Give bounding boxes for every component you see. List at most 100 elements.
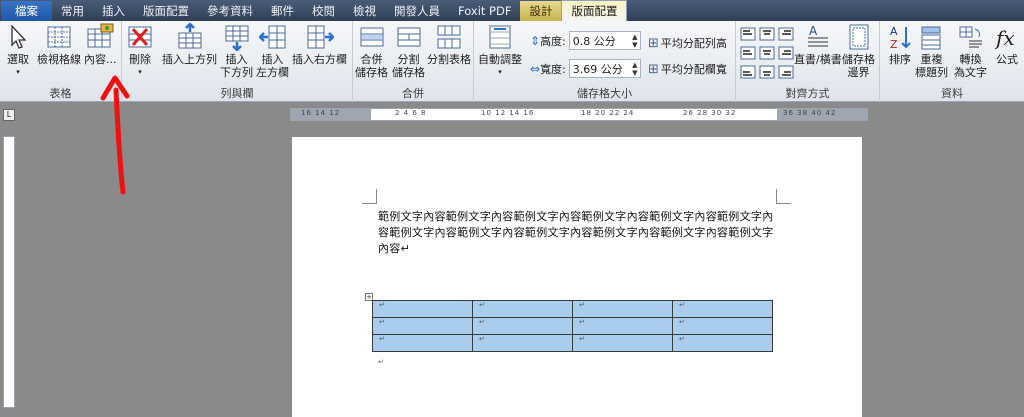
dropdown-arrow-icon: ▾ xyxy=(498,68,502,76)
tab-home[interactable]: 常用 xyxy=(52,1,93,21)
autofit-label: 自動調整 xyxy=(478,53,522,66)
insert-column-left-icon xyxy=(258,25,285,49)
height-value: 0.8 公分 xyxy=(572,34,616,48)
split-table-button[interactable]: 分割表格 xyxy=(427,23,471,66)
tab-page-layout[interactable]: 版面配置 xyxy=(134,1,198,21)
view-gridlines-button[interactable]: 檢視格線 xyxy=(37,23,81,66)
table-row: ↵ ↵ ↵ ↵ xyxy=(372,334,773,352)
insert-right-button[interactable]: 插入右方欄 xyxy=(292,23,347,66)
group-data: AZ 排序 重複 標題列 轉換 為文字 fx 公式 資料 xyxy=(880,21,1024,102)
tab-insert[interactable]: 插入 xyxy=(93,1,134,21)
convert-to-text-icon xyxy=(959,26,982,48)
table-cell[interactable]: ↵ xyxy=(672,300,773,318)
delete-button[interactable]: 刪除 ▾ xyxy=(126,23,154,79)
tab-selector[interactable]: L xyxy=(3,109,15,121)
repeat-header-rows-button[interactable]: 重複 標題列 xyxy=(915,23,948,79)
table-cell[interactable]: ↵ xyxy=(372,334,473,352)
insert-below-button[interactable]: 插入 下方列 xyxy=(220,23,253,79)
table-cell[interactable]: ↵ xyxy=(372,317,473,335)
cell-margins-label: 儲存格 邊界 xyxy=(842,53,875,79)
ribbon: 選取 ▾ 檢視格線 內容... 表格 刪除 ▾ 插入上方列 插入 下方列 插入 … xyxy=(0,21,1024,102)
height-input[interactable]: 0.8 公分 ▲ ▼ xyxy=(568,31,641,50)
spin-arrows-icon[interactable]: ▲ ▼ xyxy=(630,61,640,77)
group-data-label: 資料 xyxy=(941,87,963,100)
group-merge-label: 合併 xyxy=(402,87,424,100)
paragraph-text[interactable]: 範例文字內容範例文字內容範例文字內容範例文字內容範例文字內容範例文字內容範例文字… xyxy=(378,209,778,257)
ruler-numbers-right-4: 36 38 40 42 xyxy=(783,109,837,117)
dropdown-arrow-icon: ▾ xyxy=(138,68,142,76)
split-table-icon xyxy=(437,25,461,49)
table-cell[interactable]: ↵ xyxy=(472,300,573,318)
ruler-numbers-right-3: 26 28 30 32 xyxy=(683,109,737,117)
table-cell[interactable]: ↵ xyxy=(572,317,673,335)
width-value: 3.69 公分 xyxy=(572,62,623,76)
sort-button[interactable]: AZ 排序 xyxy=(886,23,914,66)
tab-review[interactable]: 校閱 xyxy=(303,1,344,21)
table-cell[interactable]: ↵ xyxy=(472,334,573,352)
distribute-columns-icon: ⊞ xyxy=(648,61,659,77)
table-cell[interactable]: ↵ xyxy=(472,317,573,335)
table-cell[interactable]: ↵ xyxy=(372,300,473,318)
group-cell-size-label: 儲存格大小 xyxy=(577,87,632,100)
insert-above-label: 插入上方列 xyxy=(162,53,217,66)
select-button[interactable]: 選取 ▾ xyxy=(4,23,32,79)
insert-left-label: 插入 左方欄 xyxy=(256,53,289,79)
table-cell[interactable]: ↵ xyxy=(672,317,773,335)
annotation-arrow-icon xyxy=(100,75,130,195)
convert-to-text-button[interactable]: 轉換 為文字 xyxy=(954,23,987,79)
text-direction-button[interactable]: A 直書/橫書 xyxy=(794,23,842,66)
formula-icon: fx xyxy=(994,26,1015,50)
formula-button[interactable]: fx 公式 xyxy=(993,23,1021,66)
group-cell-size: 自動調整 ▾ ⇕ 高度: 0.8 公分 ▲ ▼ ⇔ 寬度: 3.69 公分 ▲ ▼ ⊞ … xyxy=(474,21,736,102)
crop-mark-top-right xyxy=(776,189,791,204)
tab-table-design[interactable]: 設計 xyxy=(520,1,562,21)
insert-row-below-icon xyxy=(225,25,248,51)
properties-label: 內容... xyxy=(84,53,117,66)
tab-mailings[interactable]: 郵件 xyxy=(262,1,303,21)
tab-developer[interactable]: 開發人員 xyxy=(385,1,449,21)
split-cells-button[interactable]: 分割 儲存格 xyxy=(392,23,425,79)
horizontal-ruler[interactable]: 16 14 12 2 4 6 8 10 12 14 16 18 20 22 24… xyxy=(290,108,868,121)
properties-button[interactable]: 內容... xyxy=(84,23,117,66)
tab-foxit-pdf[interactable]: Foxit PDF xyxy=(449,1,520,21)
width-input[interactable]: 3.69 公分 ▲ ▼ xyxy=(568,59,641,78)
gridlines-label: 檢視格線 xyxy=(37,53,81,66)
document-page[interactable]: 範例文字內容範例文字內容範例文字內容範例文字內容範例文字內容範例文字內容範例文字… xyxy=(292,137,862,417)
ruler-numbers-mid: 2 4 6 8 xyxy=(395,109,427,117)
table-row: ↵ ↵ ↵ ↵ xyxy=(372,317,773,335)
ruler-numbers-right-2: 18 20 22 24 xyxy=(581,109,635,117)
distribute-rows-button[interactable]: ⊞ 平均分配列高 xyxy=(648,35,727,51)
split-table-label: 分割表格 xyxy=(427,53,471,66)
merge-cells-button[interactable]: 合併 儲存格 xyxy=(355,23,388,79)
convert-to-text-label: 轉換 為文字 xyxy=(954,53,987,79)
distribute-rows-label: 平均分配列高 xyxy=(660,37,727,50)
distribute-columns-label: 平均分配欄寬 xyxy=(660,63,727,76)
cell-margins-icon xyxy=(849,24,868,50)
insert-row-above-icon xyxy=(178,23,201,49)
table-cell[interactable]: ↵ xyxy=(572,334,673,352)
tab-references[interactable]: 參考資料 xyxy=(198,1,262,21)
repeat-header-icon xyxy=(921,26,940,50)
insert-above-button[interactable]: 插入上方列 xyxy=(162,23,217,66)
spin-arrows-icon[interactable]: ▲ ▼ xyxy=(630,33,640,49)
tab-table-layout[interactable]: 版面配置 xyxy=(561,0,628,21)
selected-table[interactable]: ↵ ↵ ↵ ↵ ↵ ↵ ↵ ↵ ↵ ↵ ↵ ↵ xyxy=(372,300,773,352)
table-cell[interactable]: ↵ xyxy=(672,334,773,352)
insert-column-right-icon xyxy=(307,25,334,49)
group-rows-columns: 刪除 ▾ 插入上方列 插入 下方列 插入 左方欄 插入右方欄 列與欄 xyxy=(122,21,353,102)
select-label: 選取 xyxy=(7,53,29,66)
width-label: 寬度: xyxy=(540,62,566,76)
tab-view[interactable]: 檢視 xyxy=(344,1,385,21)
insert-left-button[interactable]: 插入 左方欄 xyxy=(256,23,289,79)
cursor-icon xyxy=(11,24,27,49)
vertical-ruler[interactable] xyxy=(3,136,15,408)
repeat-header-label: 重複 標題列 xyxy=(915,53,948,79)
split-cells-label: 分割 儲存格 xyxy=(392,53,425,79)
cell-align-icons[interactable] xyxy=(740,27,794,81)
cell-margins-button[interactable]: 儲存格 邊界 xyxy=(842,23,875,79)
distribute-columns-button[interactable]: ⊞ 平均分配欄寬 xyxy=(648,61,727,77)
table-cell[interactable]: ↵ xyxy=(572,300,673,318)
svg-text:fx: fx xyxy=(994,26,1015,50)
tab-file[interactable]: 檔案 xyxy=(1,1,52,21)
autofit-button[interactable]: 自動調整 ▾ xyxy=(478,23,522,79)
